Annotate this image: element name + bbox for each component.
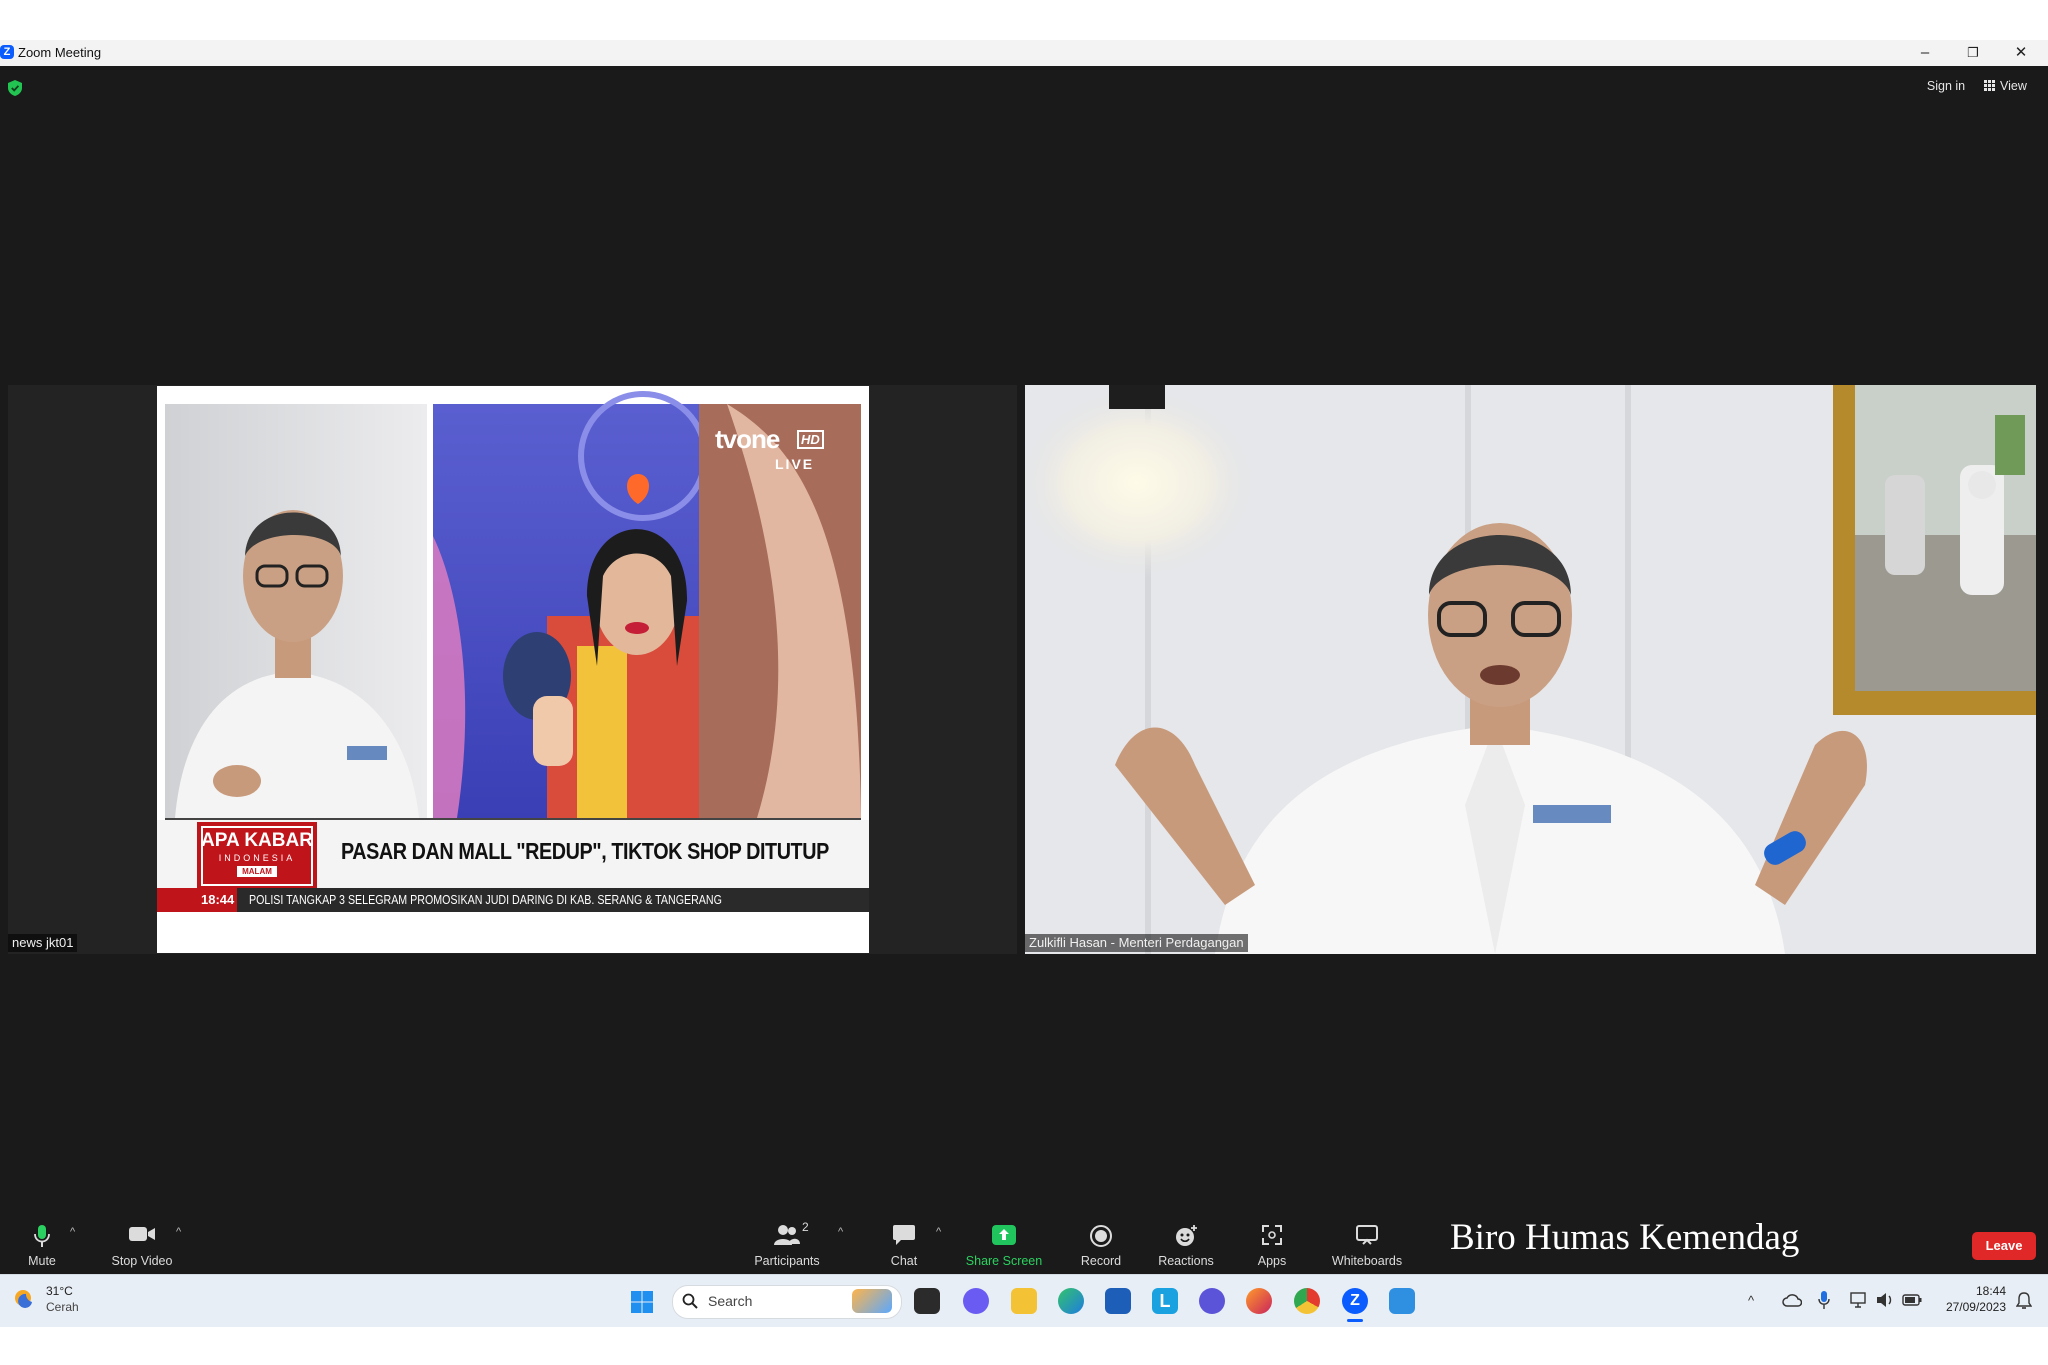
weather-description: Cerah (46, 1300, 79, 1314)
chat-label: Chat (890, 1254, 918, 1268)
battery-icon[interactable] (1902, 1294, 1922, 1306)
participant-name-right: Zulkifli Hasan - Menteri Perdagangan (1025, 934, 1248, 952)
microphone-tray-icon[interactable] (1818, 1290, 1830, 1310)
grid-view-icon (1984, 80, 1995, 91)
view-label: View (2000, 79, 2027, 93)
record-icon (1090, 1225, 1112, 1247)
sign-in-button[interactable]: Sign in (1916, 76, 1976, 96)
file-explorer-icon[interactable] (1011, 1288, 1037, 1314)
whiteboards-label: Whiteboards (1331, 1254, 1403, 1268)
stop-video-button[interactable]: Stop Video (104, 1220, 180, 1270)
share-screen-icon (992, 1225, 1016, 1245)
window-title-bar (0, 40, 2048, 66)
taskbar-clock-time[interactable]: 18:44 (1944, 1284, 2006, 1299)
microsoft-store-icon[interactable] (1105, 1288, 1131, 1314)
windows-start-icon[interactable] (630, 1290, 654, 1314)
whiteboard-icon (1356, 1225, 1378, 1245)
whiteboards-button[interactable]: Whiteboards (1324, 1220, 1410, 1270)
taskbar-clock-date[interactable]: 27/09/2023 (1934, 1300, 2006, 1315)
participants-options-caret-icon[interactable]: ^ (838, 1226, 843, 1238)
apps-label: Apps (1257, 1254, 1287, 1268)
mute-button[interactable]: Mute (14, 1220, 70, 1270)
audio-options-caret-icon[interactable]: ^ (70, 1226, 75, 1238)
chrome-icon[interactable] (1294, 1288, 1320, 1314)
restore-button[interactable]: ❐ (1950, 40, 1996, 66)
notepad-icon[interactable] (1389, 1288, 1415, 1314)
a-app-icon[interactable] (1199, 1288, 1225, 1314)
program-title-line1: APA KABAR (201, 830, 313, 851)
record-label: Record (1080, 1254, 1122, 1268)
onedrive-cloud-icon[interactable] (1782, 1293, 1802, 1307)
microphone-icon (34, 1225, 50, 1247)
zoom-logo-icon: Z (0, 45, 14, 59)
video-options-caret-icon[interactable]: ^ (176, 1226, 181, 1238)
stop-video-label: Stop Video (111, 1254, 173, 1268)
record-button[interactable]: Record (1070, 1220, 1132, 1270)
l-app-icon[interactable]: L (1152, 1288, 1178, 1314)
video-tile-speaker[interactable] (1025, 385, 2036, 954)
participants-button[interactable]: 2 Participants (750, 1220, 824, 1270)
program-logo: APA KABAR INDONESIA MALAM (197, 822, 317, 888)
zoom-app-icon[interactable]: Z (1342, 1288, 1368, 1314)
chat-bubble-icon (893, 1225, 915, 1245)
volume-icon[interactable] (1876, 1292, 1894, 1308)
news-headline: PASAR DAN MALL "REDUP", TIKTOK SHOP DITU… (341, 838, 829, 864)
active-app-indicator (1347, 1319, 1363, 1322)
weather-temperature: 31°C (46, 1284, 73, 1298)
search-placeholder: Search (708, 1293, 753, 1309)
notification-bell-icon[interactable] (2016, 1292, 2032, 1310)
weather-sun-icon[interactable] (12, 1286, 36, 1310)
chat-button[interactable]: Chat (874, 1220, 934, 1270)
live-label: LIVE (775, 456, 815, 472)
bottom-margin (0, 1327, 2048, 1365)
network-icon[interactable] (1850, 1292, 1868, 1308)
leave-button[interactable]: Leave (1972, 1232, 2036, 1260)
reactions-button[interactable]: Reactions (1152, 1220, 1220, 1270)
task-view-icon[interactable] (914, 1288, 940, 1314)
participants-label: Participants (754, 1254, 820, 1268)
apps-button[interactable]: Apps (1244, 1220, 1300, 1270)
share-screen-button[interactable]: Share Screen (962, 1220, 1046, 1270)
minimize-button[interactable]: – (1902, 40, 1948, 66)
close-button[interactable]: ✕ (1998, 40, 2044, 66)
program-title-line3: MALAM (237, 866, 277, 877)
teams-chat-icon[interactable] (963, 1288, 989, 1314)
program-title-line2: INDONESIA (218, 853, 296, 863)
participant-name-left: news jkt01 (8, 934, 78, 952)
search-icon (682, 1293, 698, 1309)
speaker-video (1025, 385, 2036, 954)
apps-icon (1262, 1225, 1282, 1245)
reactions-label: Reactions (1158, 1254, 1214, 1268)
edge-browser-icon[interactable] (1058, 1288, 1084, 1314)
mute-label: Mute (28, 1254, 56, 1268)
chat-options-caret-icon[interactable]: ^ (936, 1226, 941, 1238)
show-hidden-icons-icon[interactable]: ^ (1748, 1293, 1754, 1308)
window-title: Zoom Meeting (18, 45, 102, 60)
channel-logo: tvone (715, 424, 780, 454)
reactions-smiley-icon (1176, 1225, 1197, 1246)
search-highlight-icon (852, 1289, 892, 1313)
tv-broadcast-frame: tvone HD LIVE APA KABAR INDONESIA MALAM … (157, 386, 869, 953)
ticker-time: 18:44 (201, 892, 235, 907)
share-screen-label: Share Screen (965, 1254, 1043, 1268)
view-button[interactable]: View (1984, 76, 2040, 96)
firefox-icon[interactable] (1246, 1288, 1272, 1314)
encryption-shield-icon[interactable] (8, 80, 22, 96)
ticker-text: POLISI TANGKAP 3 SELEGRAM PROMOSIKAN JUD… (249, 892, 722, 907)
video-camera-icon (129, 1227, 155, 1241)
watermark-text: Biro Humas Kemendag (1450, 1217, 1800, 1258)
participants-icon (774, 1225, 800, 1245)
channel-hd-badge: HD (797, 430, 824, 449)
participants-count: 2 (802, 1220, 809, 1234)
